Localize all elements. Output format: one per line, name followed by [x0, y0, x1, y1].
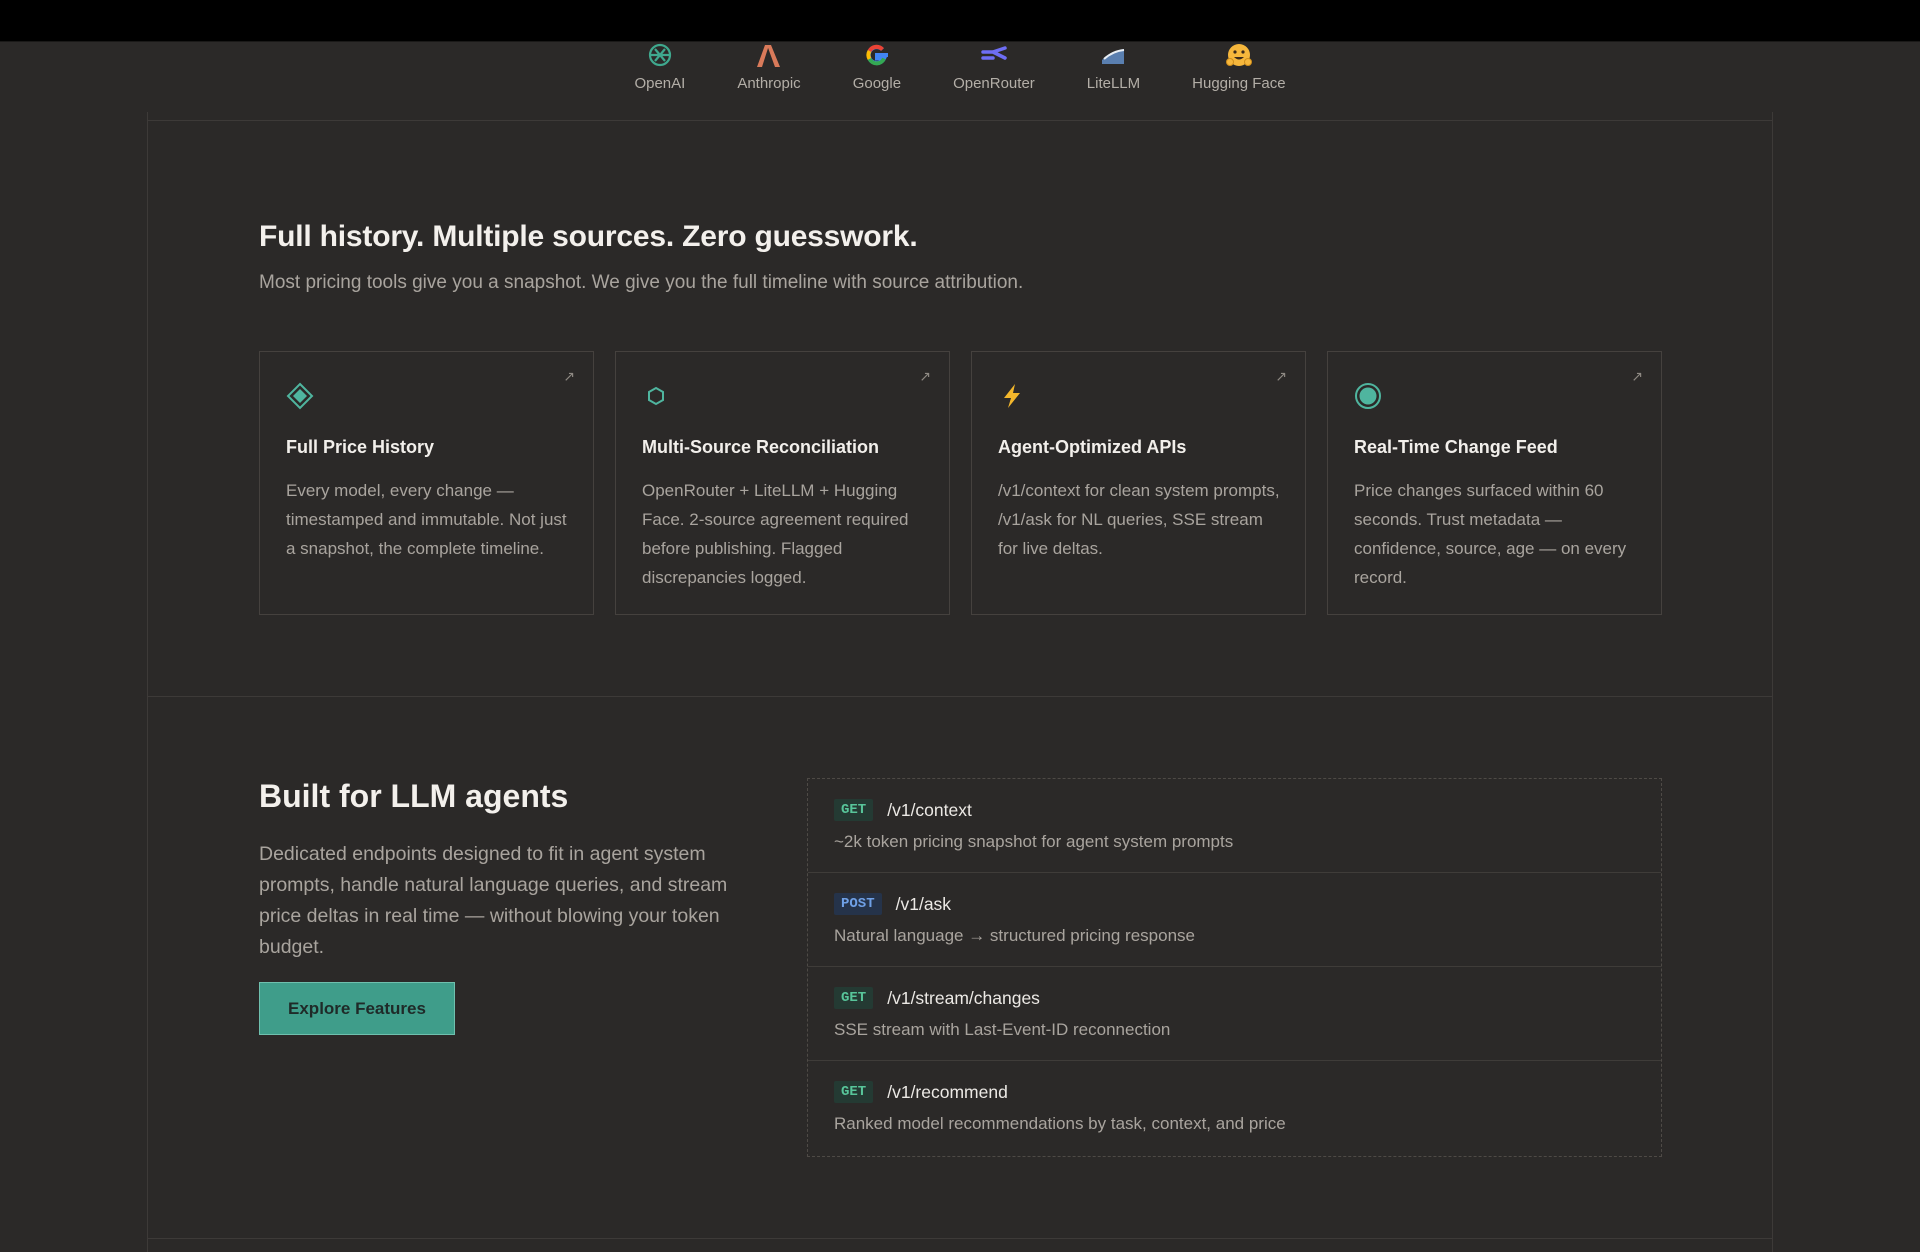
endpoint-list: GET /v1/context ~2k token pricing snapsh…: [807, 778, 1662, 1157]
divider: [147, 1238, 1773, 1239]
endpoint-item[interactable]: GET /v1/stream/changes SSE stream with L…: [808, 967, 1661, 1061]
provider-litellm: LiteLLM: [1087, 30, 1140, 92]
card-description: Every model, every change — timestamped …: [286, 481, 567, 558]
card-title: Real-Time Change Feed: [1354, 437, 1558, 457]
external-arrow-icon: ↗: [919, 368, 931, 384]
divider: [147, 120, 1773, 121]
divider: [147, 696, 1773, 697]
provider-openrouter: OpenRouter: [953, 30, 1035, 92]
feature-cards: ↗ Full Price History Every model, every …: [259, 351, 1662, 615]
provider-label: OpenRouter: [953, 75, 1035, 92]
card-description: Price changes surfaced within 60 seconds…: [1354, 481, 1627, 587]
anthropic-icon: [757, 45, 780, 67]
card-title: Multi-Source Reconciliation: [642, 437, 880, 457]
feature-card-price-history[interactable]: ↗ Full Price History Every model, every …: [259, 351, 594, 615]
http-method-badge: GET: [834, 1081, 874, 1103]
agents-heading: Built for LLM agents: [259, 778, 569, 814]
card-description: OpenRouter + LiteLLM + Hugging Face. 2-s…: [642, 481, 909, 587]
provider-label: Hugging Face: [1192, 75, 1286, 92]
provider-label: Google: [852, 75, 902, 92]
feature-card-change-feed[interactable]: ↗ Real-Time Change Feed Price changes su…: [1327, 351, 1662, 615]
provider-anthropic: Anthropic: [737, 30, 801, 92]
feature-card-agent-apis[interactable]: ↗ Agent-Optimized APIs /v1/context for c…: [971, 351, 1306, 615]
endpoint-item[interactable]: POST /v1/ask Natural language → structur…: [808, 873, 1661, 967]
litellm-icon: [1102, 49, 1125, 64]
endpoint-path: /v1/recommend: [887, 1081, 1008, 1102]
card-title: Full Price History: [286, 437, 435, 457]
endpoint-path: /v1/context: [887, 799, 972, 820]
openrouter-icon: [981, 46, 1007, 60]
diamond-icon: [286, 382, 314, 410]
provider-label: LiteLLM: [1086, 75, 1141, 92]
http-method-badge: POST: [834, 893, 882, 915]
endpoint-description: SSE stream with Last-Event-ID reconnecti…: [834, 1020, 1171, 1039]
endpoint-description: Natural language → structured pricing re…: [834, 926, 1195, 945]
explore-features-button[interactable]: Explore Features: [259, 982, 455, 1035]
provider-openai: OpenAI: [634, 30, 685, 92]
card-title: Agent-Optimized APIs: [998, 437, 1187, 457]
provider-logo-strip: OpenAI Anthropic Google OpenRouter LiteL…: [0, 30, 1920, 94]
feature-card-multi-source[interactable]: ↗ Multi-Source Reconciliation OpenRouter…: [615, 351, 950, 615]
agents-description: Dedicated endpoints designed to fit in a…: [259, 843, 728, 958]
openai-icon: [648, 43, 671, 67]
card-description: /v1/context for clean system prompts, /v…: [998, 481, 1280, 558]
provider-google: Google: [853, 30, 901, 92]
external-arrow-icon: ↗: [563, 368, 575, 384]
hexagon-icon: [648, 386, 664, 406]
external-arrow-icon: ↗: [1275, 368, 1287, 384]
provider-label: OpenAI: [634, 75, 686, 92]
endpoint-description: Ranked model recommendations by task, co…: [834, 1114, 1286, 1133]
target-icon: [1355, 383, 1381, 409]
endpoint-path: /v1/ask: [895, 893, 952, 914]
features-heading: Full history. Multiple sources. Zero gue…: [259, 220, 918, 253]
features-subheading: Most pricing tools give you a snapshot. …: [259, 272, 1024, 293]
lightning-icon: [1004, 384, 1020, 408]
endpoint-path: /v1/stream/changes: [887, 987, 1040, 1008]
http-method-badge: GET: [834, 987, 874, 1009]
endpoint-description: ~2k token pricing snapshot for agent sys…: [834, 832, 1234, 851]
external-arrow-icon: ↗: [1631, 368, 1643, 384]
endpoint-item[interactable]: GET /v1/context ~2k token pricing snapsh…: [808, 779, 1661, 873]
google-icon: [866, 44, 888, 66]
provider-label: Anthropic: [737, 75, 801, 92]
hugging-face-icon: [1225, 44, 1252, 66]
endpoint-item[interactable]: GET /v1/recommend Ranked model recommend…: [808, 1061, 1661, 1155]
provider-hugging-face: Hugging Face: [1192, 30, 1286, 92]
http-method-badge: GET: [834, 799, 874, 821]
